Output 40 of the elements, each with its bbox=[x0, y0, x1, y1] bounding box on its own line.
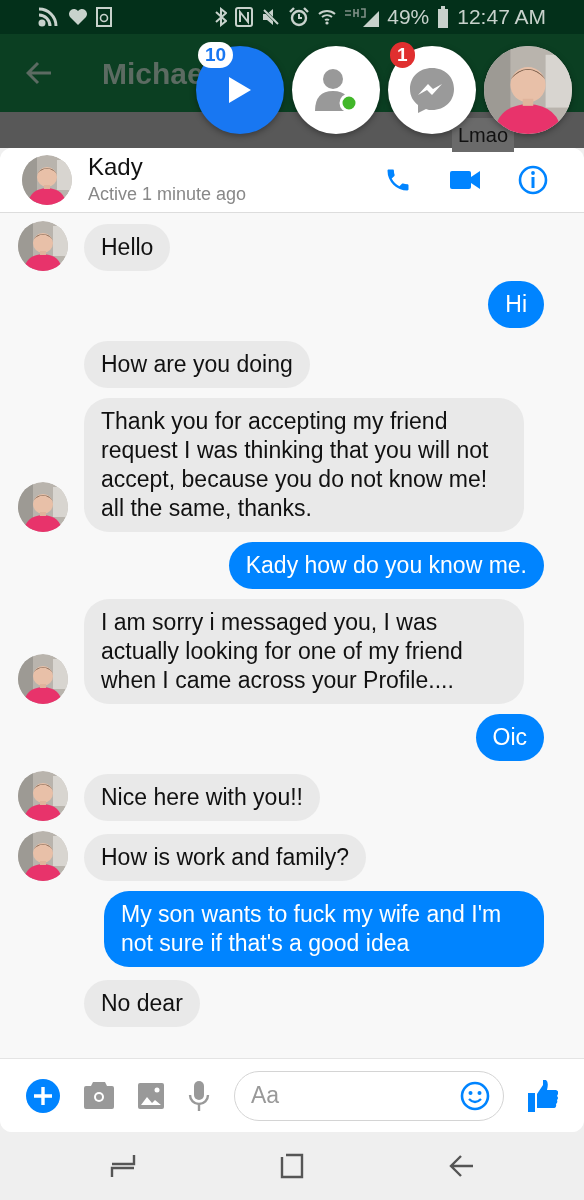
heart-icon bbox=[68, 8, 88, 26]
signal-icon bbox=[345, 7, 380, 27]
mute-icon bbox=[261, 7, 282, 27]
conversation-name: Kady bbox=[88, 152, 144, 181]
clock-time: 12:47 AM bbox=[457, 4, 546, 31]
add-icon[interactable] bbox=[26, 1078, 60, 1113]
message-bubble: Thank you for accepting my friend request I was thinking that you will not accept, because you do not know me! all the same, thanks. bbox=[84, 398, 524, 532]
emoji-icon[interactable] bbox=[460, 1080, 490, 1111]
message-bubble: Kady how do you know me. bbox=[228, 542, 544, 589]
message-bubble: My son wants to fuck my wife and I'm not sure if that's a good idea bbox=[104, 891, 544, 967]
messenger-icon bbox=[407, 65, 457, 115]
battery-icon bbox=[437, 6, 450, 28]
home-icon[interactable] bbox=[280, 1153, 304, 1179]
recent-apps-icon[interactable] bbox=[110, 1153, 136, 1179]
message-bubble: No dear bbox=[84, 980, 200, 1027]
image-icon[interactable] bbox=[138, 1082, 164, 1109]
message-field[interactable]: Aa bbox=[234, 1070, 504, 1121]
video-camera-icon[interactable] bbox=[450, 169, 480, 191]
microphone-icon[interactable] bbox=[188, 1080, 210, 1111]
active-status: Active 1 minute ago bbox=[88, 182, 248, 206]
back-icon[interactable] bbox=[448, 1153, 474, 1179]
rss-icon bbox=[38, 7, 60, 27]
screen-icon bbox=[96, 7, 112, 27]
message-bubble: Hello bbox=[84, 224, 171, 271]
nfc-icon bbox=[235, 7, 254, 27]
message-bubble: Nice here with you!! bbox=[84, 774, 320, 821]
camera-icon[interactable] bbox=[84, 1082, 114, 1109]
person-online-icon bbox=[313, 67, 359, 113]
message-bubble: Oic bbox=[475, 714, 544, 761]
message-bubble: I am sorry i messaged you, I was actually looking for one of my friend when I came across your Profile.... bbox=[84, 599, 524, 704]
thumbs-up-icon[interactable] bbox=[528, 1079, 558, 1112]
wifi-icon bbox=[317, 7, 338, 27]
alarm-icon bbox=[289, 7, 310, 27]
bluetooth-icon bbox=[215, 7, 228, 27]
battery-percent: 49% bbox=[387, 4, 430, 31]
message-bubble: How are you doing bbox=[84, 341, 310, 388]
info-icon[interactable] bbox=[518, 165, 548, 195]
message-bubble: How is work and family? bbox=[84, 834, 366, 881]
play-icon bbox=[227, 75, 253, 105]
message-bubble: Hi bbox=[488, 281, 544, 328]
